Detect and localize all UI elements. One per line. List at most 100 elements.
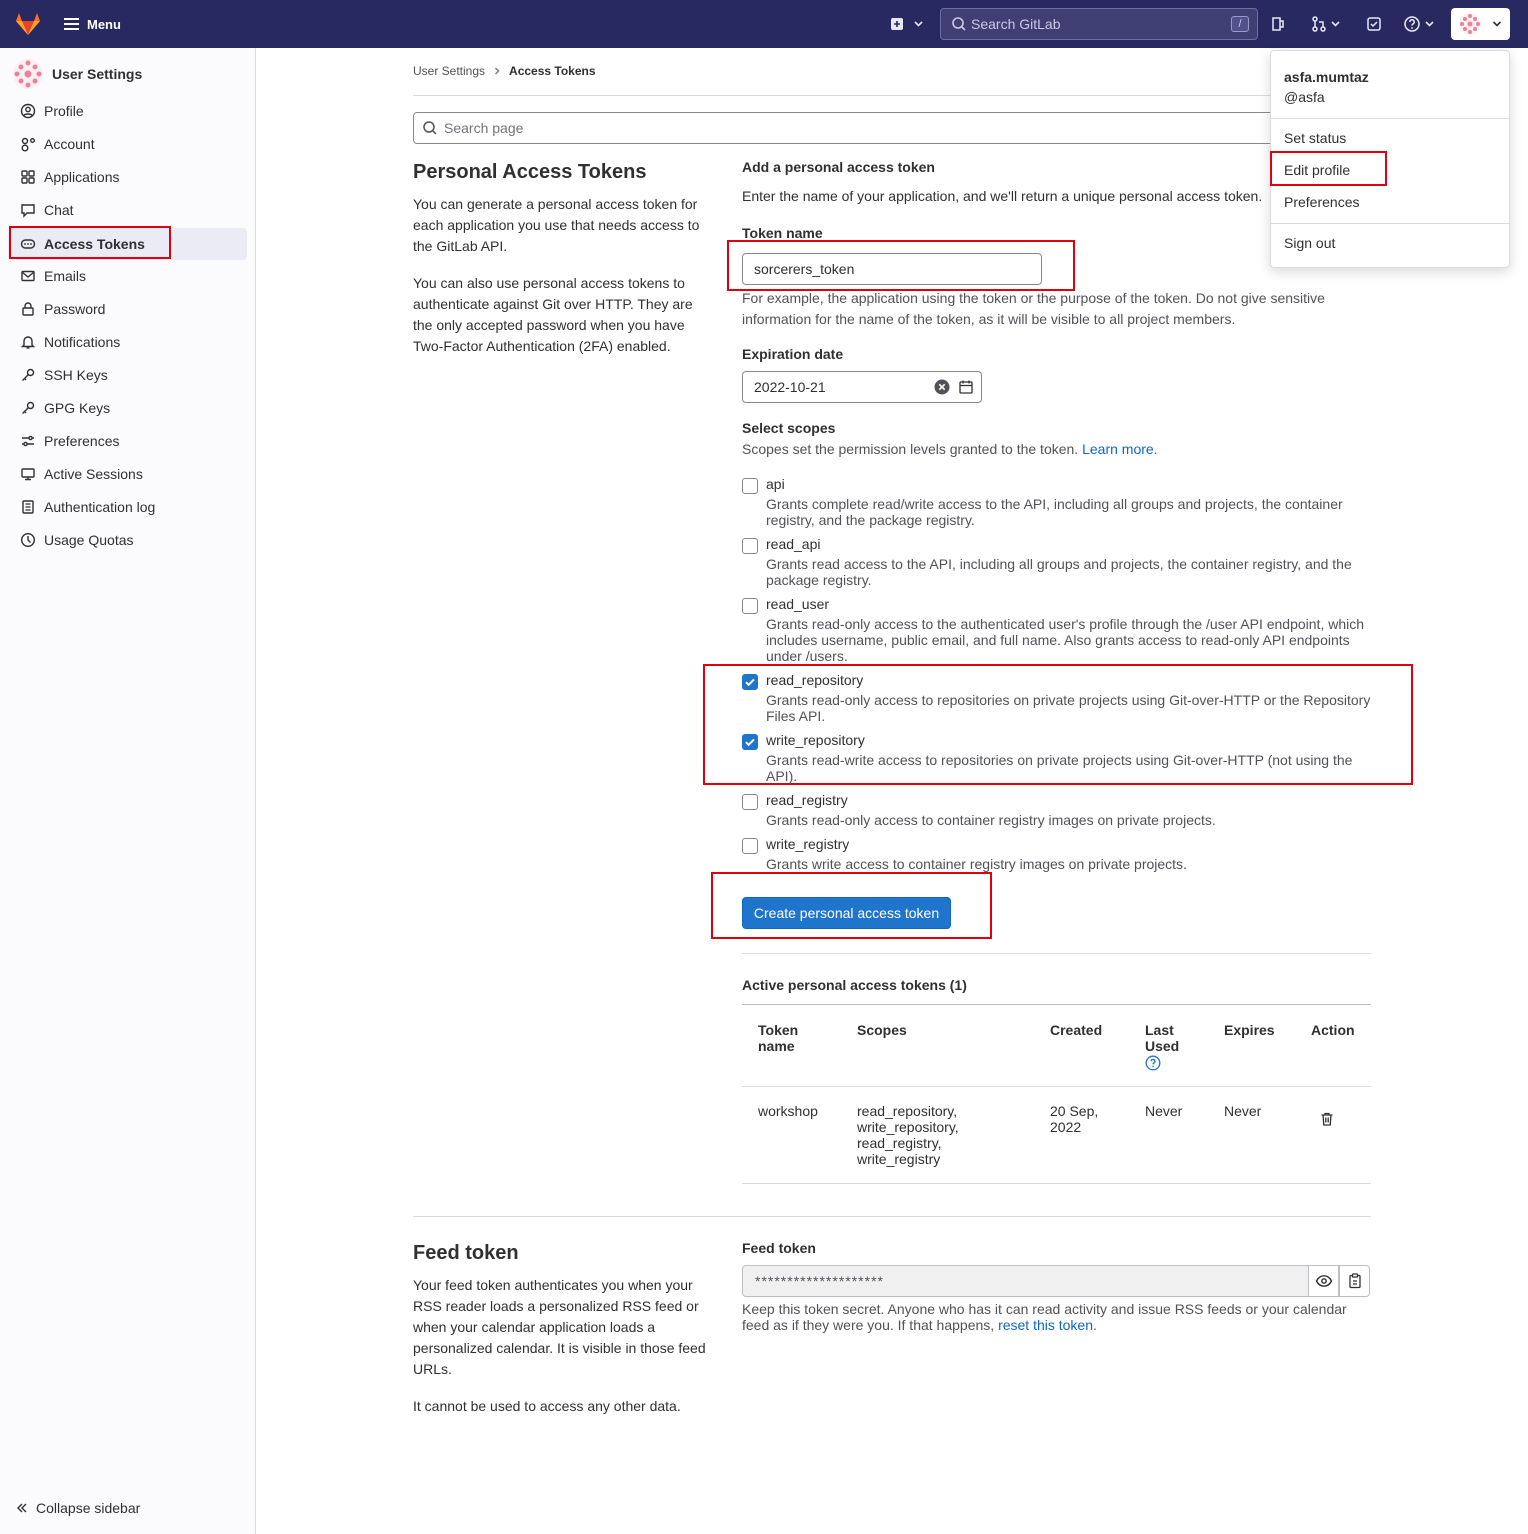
calendar-icon[interactable] xyxy=(958,379,974,395)
sidebar-item-gpg-keys[interactable]: GPG Keys xyxy=(8,392,247,424)
menu-item-set-status[interactable]: Set status xyxy=(1284,130,1346,146)
chat-icon xyxy=(21,204,35,218)
feed-token-title: Feed token xyxy=(413,1242,519,1264)
search-icon xyxy=(423,121,437,135)
token-name-value: sorcerers_token xyxy=(754,261,855,277)
sidebar-item-preferences[interactable]: Preferences xyxy=(8,425,247,457)
scope-api: api Grants complete read/write access to… xyxy=(742,476,1372,534)
log-icon xyxy=(22,500,34,514)
created-year-line: 2022 xyxy=(1050,1119,1082,1135)
scope-read-user-checkbox[interactable] xyxy=(742,598,758,614)
chevron-down-icon xyxy=(1331,21,1340,27)
breadcrumb-parent[interactable]: User Settings xyxy=(413,64,485,78)
token-name-help: For example, the application using the t… xyxy=(742,290,1325,327)
page-search-placeholder: Search page xyxy=(444,120,524,136)
eye-icon xyxy=(1315,1275,1332,1287)
sidebar-item-active-sessions[interactable]: Active Sessions xyxy=(8,458,247,490)
sidebar-item-password[interactable]: Password xyxy=(8,293,247,325)
sidebar-item-access-tokens[interactable]: Access Tokens xyxy=(8,228,247,260)
account-icon xyxy=(21,137,35,152)
feed-token-label: Feed token xyxy=(742,1240,816,1256)
sidebar-item-notifications[interactable]: Notifications xyxy=(8,326,247,358)
token-icon xyxy=(20,239,36,249)
copy-token-button[interactable] xyxy=(1339,1265,1370,1297)
expiration-date-input[interactable]: 2022-10-21 xyxy=(742,371,982,403)
scope-write-repository-checkbox[interactable] xyxy=(742,734,758,750)
global-search-input[interactable]: Search GitLab / xyxy=(940,8,1258,40)
column-header-last-used-label: Last Used xyxy=(1145,1022,1180,1054)
scope-read-repository-checkbox[interactable] xyxy=(742,674,758,690)
scope-name: write_registry xyxy=(766,836,850,852)
profile-icon xyxy=(20,103,36,119)
create-token-button[interactable]: Create personal access token xyxy=(742,897,951,929)
merge-request-icon xyxy=(1312,16,1326,32)
sidebar-item-usage-quotas[interactable]: Usage Quotas xyxy=(8,524,247,556)
menu-item-sign-out[interactable]: Sign out xyxy=(1284,235,1335,251)
scopes-help-text: Scopes set the permission levels granted… xyxy=(742,441,1079,457)
sidebar-item-profile[interactable]: Profile xyxy=(8,95,247,127)
sidebar-item-account[interactable]: Account xyxy=(8,128,247,160)
token-name-input[interactable]: sorcerers_token xyxy=(742,253,1042,285)
clear-icon[interactable] xyxy=(934,379,950,395)
scope-read-registry-checkbox[interactable] xyxy=(742,794,758,810)
scope-api-checkbox[interactable] xyxy=(742,478,758,494)
scope-read-repository: read_repository Grants read-only access … xyxy=(742,672,1372,730)
collapse-sidebar-button[interactable]: Collapse sidebar xyxy=(16,1500,140,1516)
help-button[interactable] xyxy=(1403,12,1437,36)
sidebar: User Settings Profile Account Applicatio… xyxy=(0,48,256,1534)
scopes-help: Scopes set the permission levels granted… xyxy=(742,439,1158,460)
sidebar-item-label: SSH Keys xyxy=(44,367,108,383)
reset-token-link[interactable]: reset this token xyxy=(998,1317,1093,1333)
chevron-down-icon xyxy=(914,21,923,27)
sidebar-item-authentication-log[interactable]: Authentication log xyxy=(8,491,247,523)
mail-icon xyxy=(21,270,35,282)
sidebar-item-label: Preferences xyxy=(44,433,120,449)
hamburger-icon xyxy=(64,18,79,30)
scope-name: read_repository xyxy=(766,672,864,688)
last-used-cell: Never xyxy=(1145,1103,1183,1119)
trash-icon[interactable] xyxy=(1319,1111,1335,1127)
feed-token-input[interactable]: ******************** xyxy=(742,1265,1309,1297)
pat-description-2fa: You can also use personal access tokens … xyxy=(413,275,693,354)
help-icon[interactable] xyxy=(1145,1055,1161,1071)
scope-entry: read_repository, xyxy=(857,1103,958,1119)
sidebar-title: User Settings xyxy=(52,66,143,82)
menu-button[interactable]: Menu xyxy=(64,14,121,34)
active-tokens-title: Active personal access tokens (1) xyxy=(742,977,967,993)
gitlab-logo-icon[interactable] xyxy=(14,10,42,38)
sidebar-item-applications[interactable]: Applications xyxy=(8,161,247,193)
feed-token-description-2: It cannot be used to access any other da… xyxy=(413,1398,681,1414)
expiration-label: Expiration date xyxy=(742,346,844,362)
sidebar-item-label: Profile xyxy=(44,103,84,119)
sidebar-item-ssh-keys[interactable]: SSH Keys xyxy=(8,359,247,391)
column-header-action: Action xyxy=(1311,1022,1355,1038)
reveal-token-button[interactable] xyxy=(1308,1265,1339,1297)
issues-button[interactable] xyxy=(1270,12,1286,36)
sidebar-item-emails[interactable]: Emails xyxy=(8,260,247,292)
todos-button[interactable] xyxy=(1366,12,1382,36)
sidebar-item-label: Access Tokens xyxy=(44,236,145,252)
learn-more-link[interactable]: Learn more. xyxy=(1082,441,1157,457)
new-dropdown[interactable] xyxy=(890,12,926,36)
sidebar-item-label: Active Sessions xyxy=(44,466,143,482)
menu-item-preferences[interactable]: Preferences xyxy=(1284,194,1359,210)
check-icon xyxy=(745,738,755,747)
divider xyxy=(1271,118,1509,119)
pat-description: You can generate a personal access token… xyxy=(413,196,700,254)
user-identity[interactable]: asfa.mumtaz @asfa xyxy=(1284,67,1369,107)
pat-title: Personal Access Tokens xyxy=(413,161,647,183)
scope-description: Grants read-only access to repositories … xyxy=(766,692,1371,724)
scope-read-api-checkbox[interactable] xyxy=(742,538,758,554)
expiration-date-value: 2022-10-21 xyxy=(754,379,826,395)
user-menu-button[interactable] xyxy=(1451,8,1510,40)
sidebar-item-chat[interactable]: Chat xyxy=(8,194,247,226)
scope-write-repository: write_repository Grants read-write acces… xyxy=(742,732,1372,790)
sidebar-header[interactable]: User Settings xyxy=(12,58,142,90)
sidebar-item-label: Emails xyxy=(44,268,87,284)
merge-requests-button[interactable] xyxy=(1311,12,1343,36)
breadcrumb-current[interactable]: Access Tokens xyxy=(509,64,596,78)
divider xyxy=(1271,223,1509,224)
page-search-input[interactable]: Search page xyxy=(413,112,1283,144)
scope-write-registry-checkbox[interactable] xyxy=(742,838,758,854)
menu-item-edit-profile[interactable]: Edit profile xyxy=(1284,162,1350,178)
